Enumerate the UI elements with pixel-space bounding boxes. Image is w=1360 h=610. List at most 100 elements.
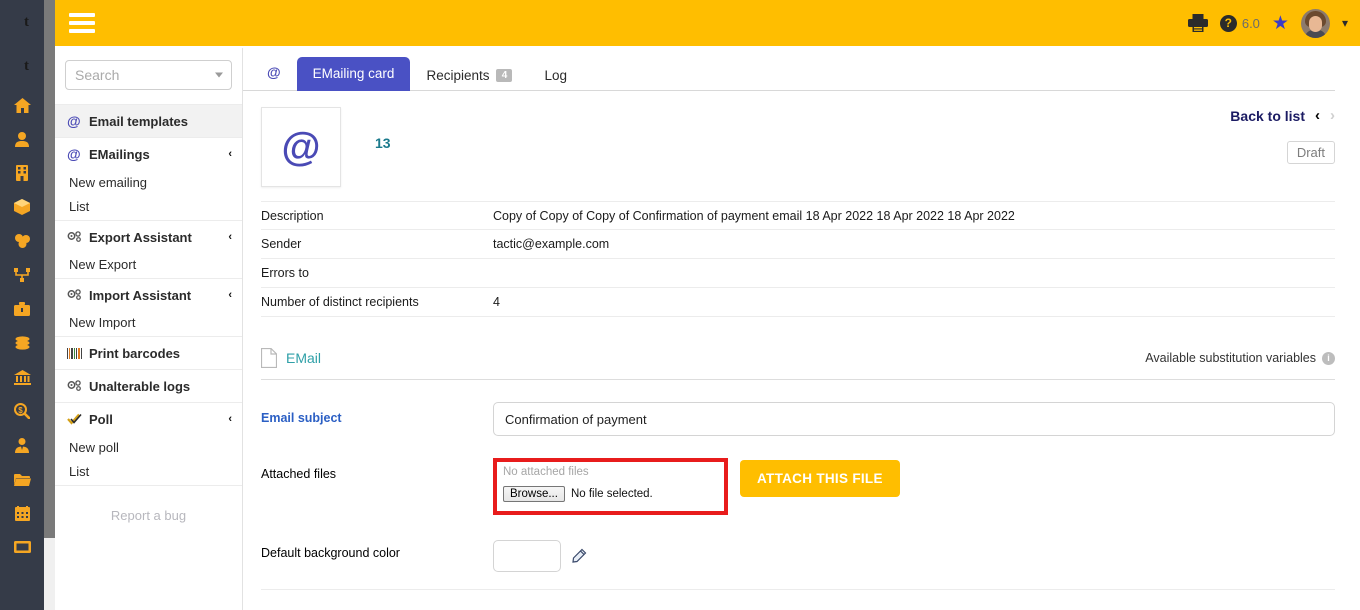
sidebar-group: @ Email templates [55,104,242,138]
next-record-icon[interactable]: › [1330,107,1335,124]
home-icon[interactable] [0,88,44,122]
svg-text:$: $ [18,406,23,415]
sidebar-item-unalterable-logs[interactable]: Unalterable logs [55,370,242,402]
sidebar-item-emailings[interactable]: @ EMailings ‹ [55,138,242,170]
file-input[interactable]: Browse... No file selected. [503,486,724,502]
chevron-down-icon[interactable] [215,72,223,78]
sidebar-group: Export Assistant ‹ New Export [55,221,242,279]
attach-zone: No attached files Browse... No file sele… [493,458,900,515]
star-icon[interactable]: ★ [1272,12,1289,35]
email-section-title[interactable]: EMail [286,350,321,366]
sidebar-subitem-list[interactable]: List [55,195,242,220]
tab-badge: 4 [496,69,513,82]
browse-button[interactable]: Browse... [503,486,565,502]
box-icon[interactable] [0,190,44,224]
search-input[interactable] [66,61,231,89]
folder-open-icon[interactable] [0,462,44,496]
building-icon[interactable] [0,156,44,190]
help-version[interactable]: ? 6.0 [1219,14,1260,32]
sidebar-group: Import Assistant ‹ New Import [55,279,242,337]
app-logo-top: t [0,0,44,40]
background-color-row: Default background color [261,537,1335,572]
detail-label: Errors to [261,266,309,280]
help-question-icon[interactable]: ? [1219,14,1237,32]
chevron-left-icon[interactable]: ‹ [228,289,232,301]
email-subject-row: Email subject [261,402,1335,436]
printer-icon[interactable] [1187,14,1208,32]
chevron-down-icon[interactable]: ▾ [1342,16,1348,30]
sidebar-menu: @ Email templates @ EMailings ‹ New emailing L… [55,104,242,486]
sidebar-item-label: Import Assistant [89,287,192,303]
sidebar-item-poll[interactable]: Poll ‹ [55,403,242,435]
attach-this-file-button[interactable]: ATTACH THIS FILE [740,460,900,497]
sidebar-subitem-list[interactable]: List [55,460,242,485]
share-nodes-icon[interactable] [0,258,44,292]
icon-rail: t t $ [0,0,44,610]
emailing-thumbnail: @ [261,107,341,187]
sidebar-subitem-new-export[interactable]: New Export [55,253,242,278]
sidebar-item-label: Email templates [89,113,188,129]
gear-icon [67,380,89,392]
user-tie-icon[interactable] [0,428,44,462]
money-icon[interactable] [0,326,44,360]
tab-emailing-card[interactable]: EMailing card [296,57,411,91]
eyedropper-icon[interactable] [570,548,587,565]
sidebar-scrollbar-thumb[interactable] [44,48,55,538]
background-color-swatch[interactable] [493,540,561,572]
sidebar-item-export-assistant[interactable]: Export Assistant ‹ [55,221,242,253]
info-icon[interactable]: i [1322,351,1335,365]
color-picker-group [493,540,587,572]
hamburger-icon[interactable] [69,13,95,33]
sidebar-item-label: Export Assistant [89,229,192,245]
bank-icon[interactable] [0,360,44,394]
email-subject-input[interactable] [493,402,1335,436]
calendar-icon[interactable] [0,496,44,530]
gear-icon [67,231,89,243]
previous-record-icon[interactable]: ‹ [1315,107,1320,124]
version-label: 6.0 [1241,15,1260,31]
document-icon [260,347,278,369]
details-table: Description Copy of Copy of Copy of Confi… [261,201,1335,317]
user-avatar[interactable] [1300,8,1330,38]
attached-files-row: Attached files No attached files Browse.… [261,458,1335,515]
briefcase-icon[interactable] [0,292,44,326]
scrollbar-cap [44,0,55,48]
chevron-left-icon[interactable]: ‹ [228,148,232,160]
sidebar-group: Print barcodes [55,337,242,370]
sidebar-item-label: Unalterable logs [89,378,191,394]
detail-label: Number of distinct recipients [261,295,419,309]
detail-row: Errors to [261,259,1335,288]
app-logo-secondary: t [0,40,44,88]
sidebar-subitem-new-import[interactable]: New Import [55,311,242,336]
sidebar-item-import-assistant[interactable]: Import Assistant ‹ [55,279,242,311]
detail-value: 4 [493,295,500,309]
record-id: 13 [375,135,391,151]
report-a-bug-link[interactable]: Report a bug [55,508,242,523]
top-bar: ? 6.0 ★ ▾ [55,0,1360,46]
sidebar-subitem-new-emailing[interactable]: New emailing [55,170,242,195]
sidebar-item-email-templates[interactable]: @ Email templates [55,105,242,137]
substitution-variables-link[interactable]: Available substitution variables i [1145,351,1335,365]
detail-label: Description [261,208,324,223]
sidebar-group: @ EMailings ‹ New emailing List [55,138,242,221]
barcode-icon [67,347,89,359]
chevron-left-icon[interactable]: ‹ [228,231,232,243]
detail-value: tactic@example.com [493,237,610,251]
svg-text:t: t [24,14,29,29]
no-attached-files-text: No attached files [503,466,589,478]
tab-log[interactable]: Log [528,60,583,91]
svg-text:t: t [24,58,29,73]
sidebar-search-wrap [55,48,242,100]
sidebar-item-print-barcodes[interactable]: Print barcodes [55,337,242,369]
search-money-icon[interactable]: $ [0,394,44,428]
attached-files-label: Attached files [261,467,337,481]
chevron-left-icon[interactable]: ‹ [228,413,232,425]
search-box[interactable] [65,60,232,90]
coins-stack-icon[interactable] [0,224,44,258]
user-icon[interactable] [0,122,44,156]
back-to-list-link[interactable]: Back to list [1230,108,1305,124]
sidebar-subitem-new-poll[interactable]: New poll [55,435,242,460]
sidebar-group: Unalterable logs [55,370,242,403]
tab-recipients[interactable]: Recipients 4 [410,60,528,91]
ticket-icon[interactable] [0,530,44,564]
